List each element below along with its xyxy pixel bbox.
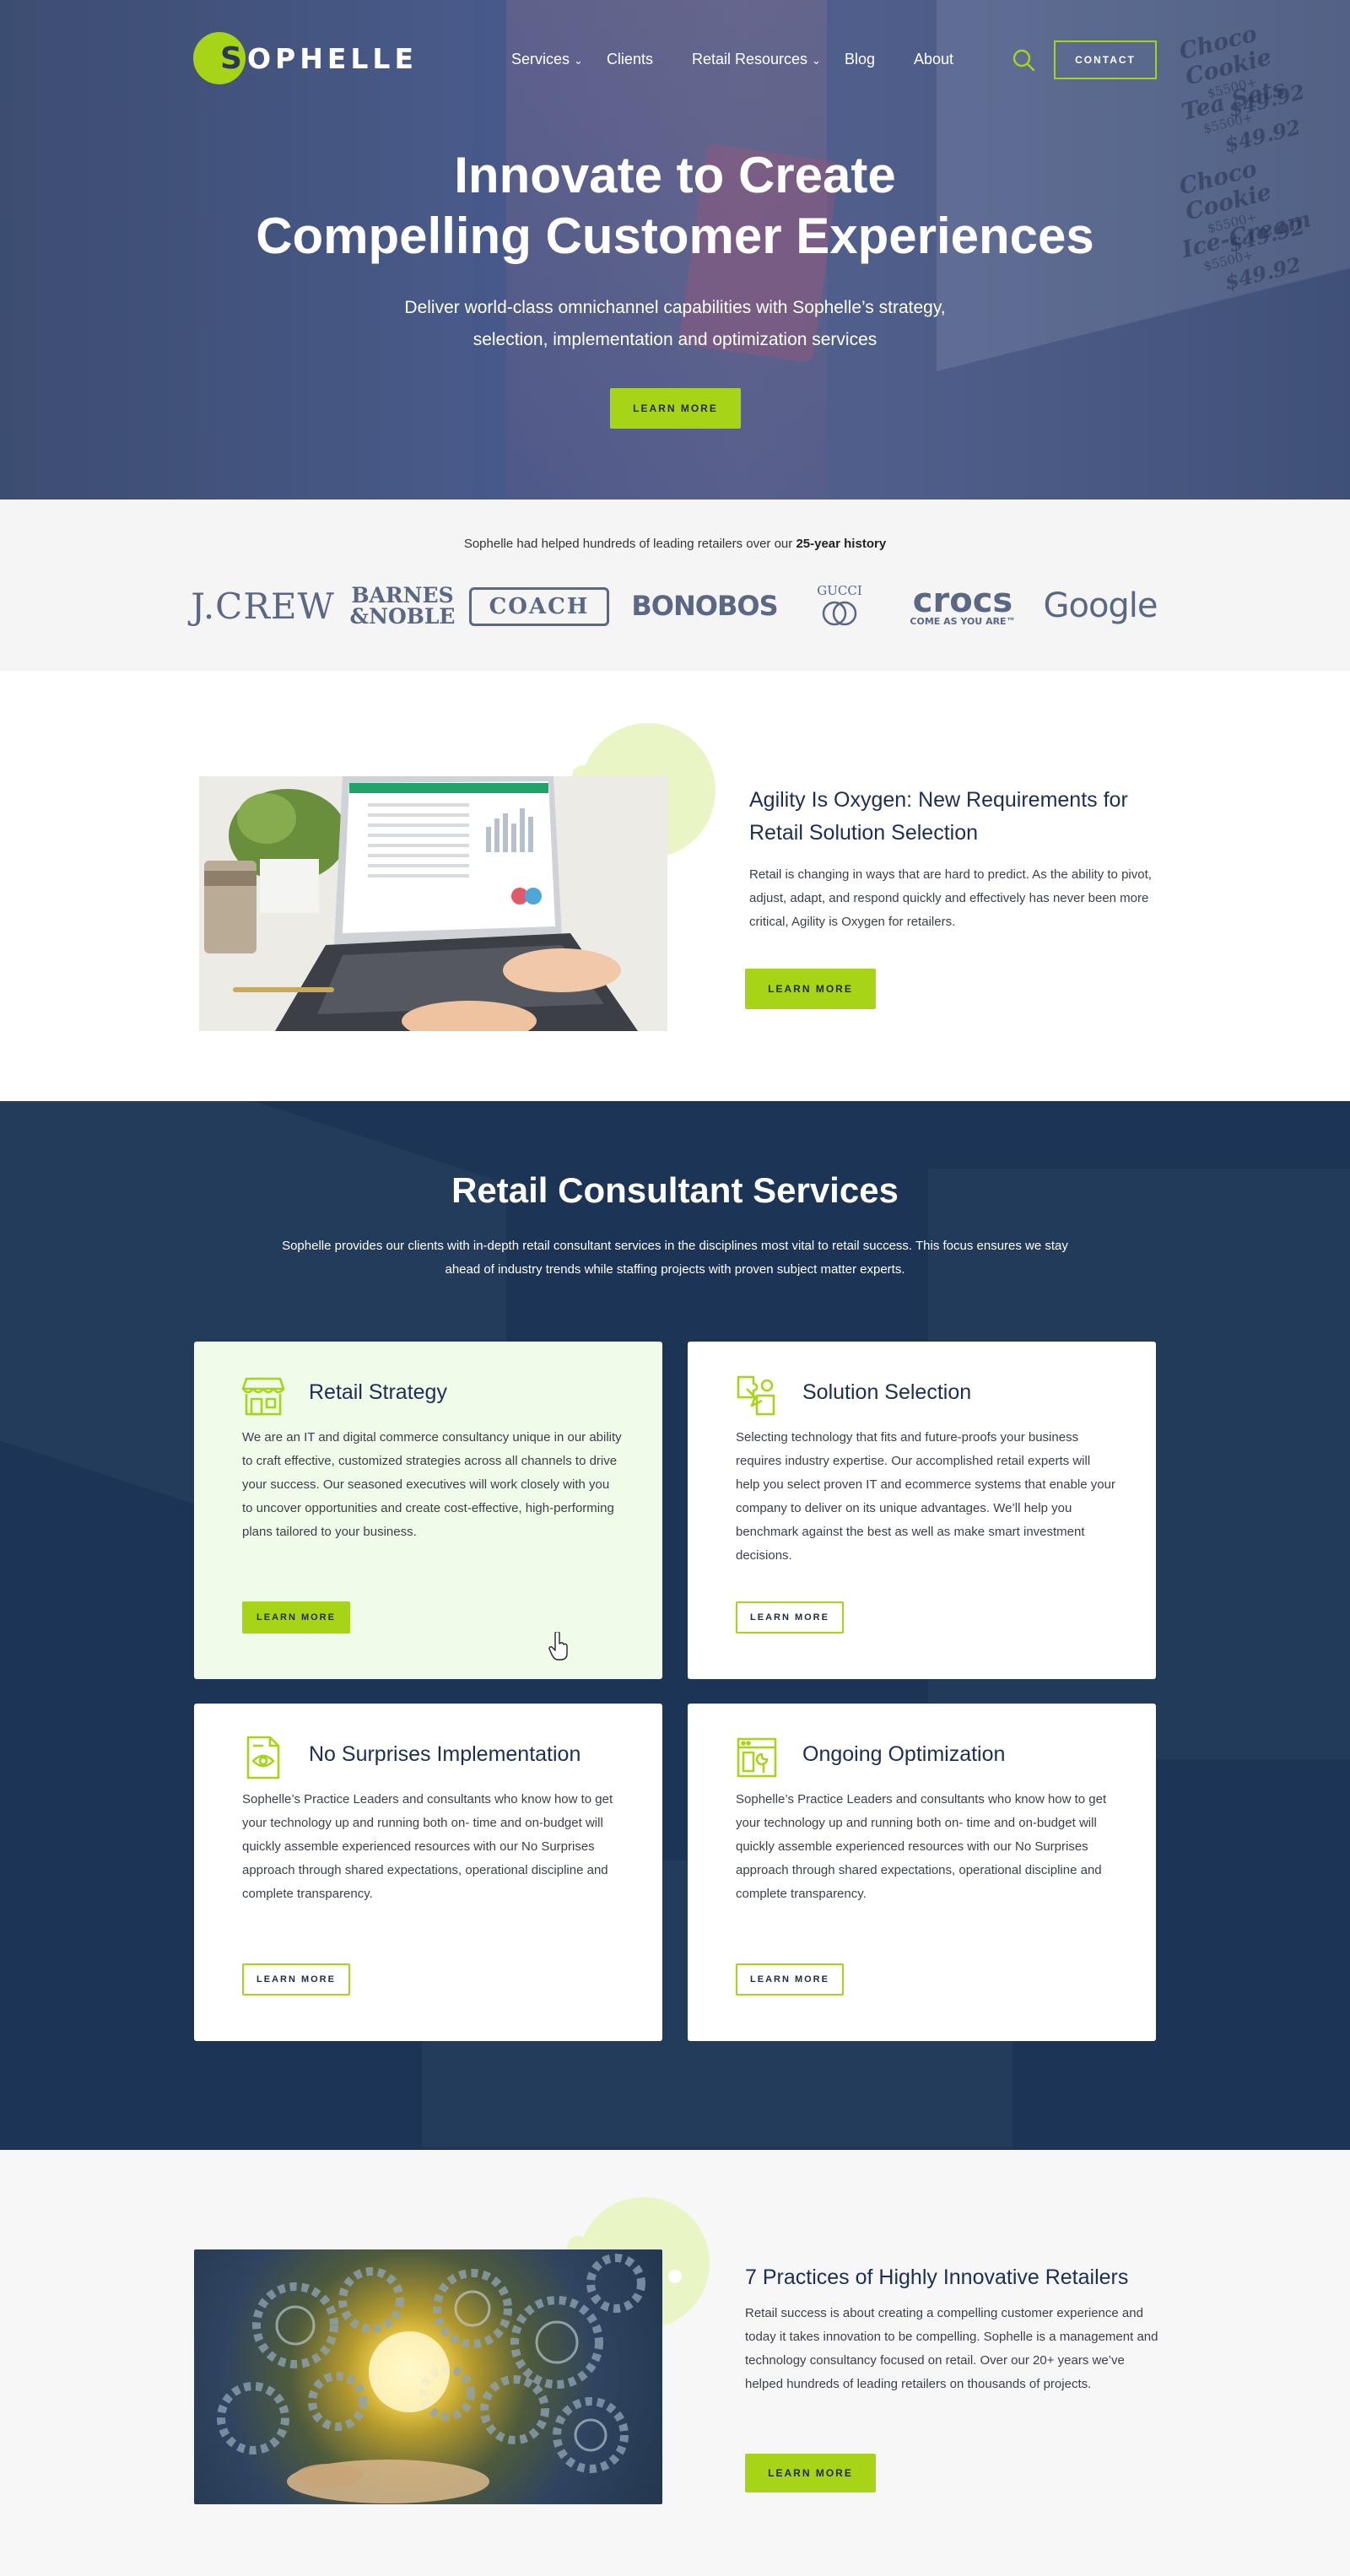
laptop-illustration xyxy=(199,776,667,1031)
nav-label: Blog xyxy=(844,50,875,68)
clients-intro-bold: 25-year history xyxy=(796,537,887,551)
hero-learn-more-button[interactable]: LEARN MORE xyxy=(610,388,741,429)
logo-line: BARNES xyxy=(351,583,454,608)
service-card-retail-strategy[interactable]: Retail Strategy We are an IT and digital… xyxy=(194,1342,662,1679)
service-card-title: No Surprises Implementation xyxy=(309,1742,581,1766)
solution-selection-learn-more-button[interactable]: LEARN MORE xyxy=(736,1601,844,1634)
service-card-title: Ongoing Optimization xyxy=(802,1742,1006,1766)
practices-title: 7 Practices of Highly Innovative Retaile… xyxy=(745,2265,1129,2289)
agility-title-line: Agility Is Oxygen: New Requirements for xyxy=(749,788,1128,812)
gucci-gg-icon xyxy=(822,601,857,626)
services-title: Retail Consultant Services xyxy=(451,1170,899,1210)
services-section: Retail Consultant Services Sophelle prov… xyxy=(0,1101,1350,2150)
puzzle-icon xyxy=(737,1375,775,1416)
document-eye-icon xyxy=(246,1736,280,1779)
service-card-solution-selection[interactable]: Solution Selection Selecting technology … xyxy=(688,1342,1156,1679)
clients-intro: Sophelle had helped hundreds of leading … xyxy=(0,537,1350,551)
clients-intro-text: Sophelle had helped hundreds of leading … xyxy=(463,537,796,551)
gears-innovation-image xyxy=(194,2249,662,2504)
service-card-text: We are an IT and digital commerce consul… xyxy=(242,1430,622,1539)
logo-line: &NOBLE xyxy=(349,604,456,629)
hero-title: Innovate to Create Compelling Customer E… xyxy=(0,145,1350,267)
browser-wrench-icon xyxy=(737,1737,777,1778)
practices-text: Retail success is about creating a compe… xyxy=(745,2306,1158,2391)
service-card-no-surprises-implementation[interactable]: No Surprises Implementation Sophelle’s P… xyxy=(194,1704,662,2041)
laptop-dashboard-image xyxy=(199,776,667,1031)
nav-label: About xyxy=(913,50,954,68)
retail-strategy-learn-more-button[interactable]: LEARN MORE xyxy=(242,1601,350,1634)
client-logo-jcrew: J.CREW xyxy=(191,585,335,627)
main-nav: Services ⌄ Clients Retail Resources ⌄ Blog… xyxy=(511,49,953,69)
client-logo-gucci: GUCCI xyxy=(803,581,876,631)
nav-label: Clients xyxy=(606,50,653,68)
decorative-dot xyxy=(668,2270,682,2283)
client-logo-google: Google xyxy=(1043,586,1158,625)
client-logo-coach: COACH xyxy=(469,587,609,626)
services-subtitle: Sophelle provides our clients with in-de… xyxy=(282,1239,1068,1277)
contact-button[interactable]: CONTACT xyxy=(1054,41,1157,79)
nav-label: Services xyxy=(511,50,570,68)
gears-illustration xyxy=(217,2254,645,2503)
site-logo[interactable]: S OPHELLE xyxy=(193,30,418,86)
chevron-down-icon: ⌄ xyxy=(574,54,583,67)
client-logo-barnes-noble: BARNES &NOBLE xyxy=(350,581,456,631)
hero-subtitle-line: Deliver world-class omnichannel capabili… xyxy=(404,298,946,317)
hero-subtitle-line: selection, implementation and optimizati… xyxy=(472,330,878,349)
hero-subtitle: Deliver world-class omnichannel capabili… xyxy=(338,292,1012,356)
implementation-learn-more-button[interactable]: LEARN MORE xyxy=(242,1963,350,1995)
service-card-text: Sophelle’s Practice Leaders and consulta… xyxy=(242,1792,613,1901)
agility-section: Agility Is Oxygen: New Requirements for … xyxy=(0,671,1350,1101)
hand-cursor-icon xyxy=(548,1632,568,1661)
client-logo-crocs: crocs COME AS YOU ARE™ xyxy=(908,581,1018,631)
hero-title-line: Compelling Customer Experiences xyxy=(256,208,1094,264)
logo-word: GUCCI xyxy=(817,583,862,598)
service-card-title: Retail Strategy xyxy=(309,1380,447,1404)
agility-text: Retail is changing in ways that are hard… xyxy=(749,867,1152,929)
practices-learn-more-button[interactable]: LEARN MORE xyxy=(745,2454,876,2492)
service-card-ongoing-optimization[interactable]: Ongoing Optimization Sophelle’s Practice… xyxy=(688,1704,1156,2041)
optimization-learn-more-button[interactable]: LEARN MORE xyxy=(736,1963,844,1995)
agility-title: Agility Is Oxygen: New Requirements for … xyxy=(749,784,1171,850)
nav-item-retail-resources[interactable]: Retail Resources ⌄ xyxy=(692,49,821,69)
logo-wordmark: OPHELLE xyxy=(247,41,418,75)
search-icon[interactable] xyxy=(1012,48,1035,72)
nav-item-about[interactable]: About xyxy=(914,49,953,69)
service-card-text: Selecting technology that fits and futur… xyxy=(736,1430,1115,1563)
nav-item-clients[interactable]: Clients xyxy=(607,49,653,69)
agility-learn-more-button[interactable]: LEARN MORE xyxy=(745,969,876,1009)
service-card-text: Sophelle’s Practice Leaders and consulta… xyxy=(736,1792,1107,1901)
clients-section: Sophelle had helped hundreds of leading … xyxy=(0,500,1350,671)
nav-item-services[interactable]: Services ⌄ xyxy=(511,49,583,69)
practices-section: 7 Practices of Highly Innovative Retaile… xyxy=(0,2150,1350,2576)
hero-section: Choco Cookie $5500+ $49.92 Tea Sets $5500+ $… xyxy=(0,0,1350,500)
nav-item-blog[interactable]: Blog xyxy=(845,49,875,69)
agility-title-line: Retail Solution Selection xyxy=(749,821,978,845)
chevron-down-icon: ⌄ xyxy=(812,54,821,67)
nav-label: Retail Resources xyxy=(691,50,808,68)
storefront-icon xyxy=(241,1377,285,1416)
hero-title-line: Innovate to Create xyxy=(454,147,896,203)
logo-word: crocs xyxy=(912,581,1013,620)
logo-tagline: COME AS YOU ARE™ xyxy=(910,616,1016,627)
service-card-title: Solution Selection xyxy=(802,1380,972,1404)
logo-letter: S xyxy=(220,41,242,76)
logo-mark: S xyxy=(193,32,246,84)
client-logo-bonobos: BONOBOS xyxy=(631,590,778,622)
